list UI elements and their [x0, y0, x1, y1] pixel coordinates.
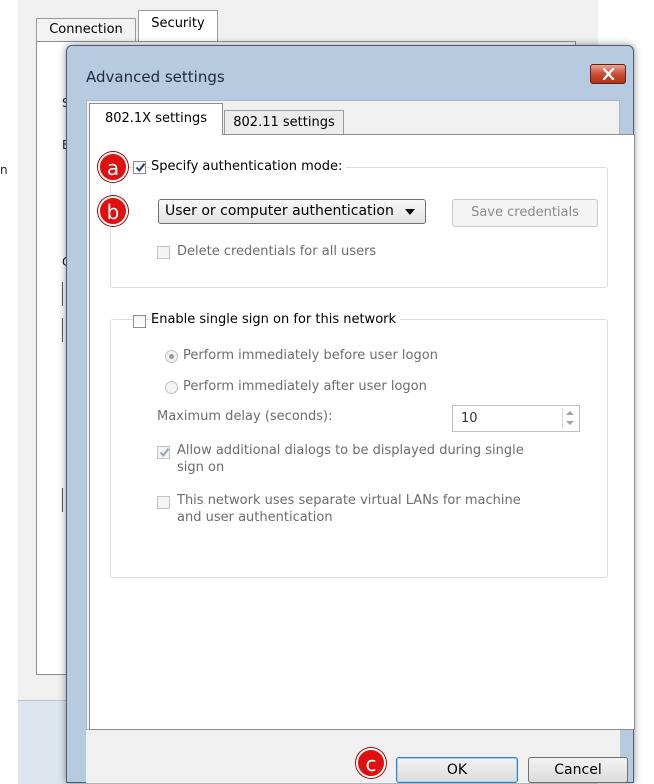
- enable-sso-label: Enable single sign on for this network: [151, 312, 401, 327]
- allow-additional-dialogs-label-cont: sign on: [177, 460, 225, 475]
- checkmark-icon: [159, 448, 170, 458]
- save-credentials-button[interactable]: Save credentials: [452, 199, 598, 227]
- perform-before-logon-label: Perform immediately before user logon: [183, 348, 438, 363]
- cancel-button[interactable]: Cancel: [528, 757, 628, 783]
- perform-before-logon-radio[interactable]: [165, 350, 178, 363]
- spin-down-icon[interactable]: [566, 421, 574, 425]
- close-x-icon: [602, 68, 615, 80]
- close-button[interactable]: [590, 64, 626, 84]
- max-delay-label: Maximum delay (seconds):: [157, 409, 333, 424]
- bg-partial-text: n: [0, 163, 8, 177]
- dropdown-arrow-icon: [405, 209, 415, 215]
- perform-after-logon-label: Perform immediately after user logon: [183, 379, 427, 394]
- tab-8021x-settings[interactable]: 802.1X settings: [89, 103, 223, 135]
- annotation-marker-b: b: [98, 196, 128, 226]
- delete-credentials-checkbox[interactable]: [157, 246, 170, 259]
- auth-mode-dropdown[interactable]: User or computer authentication: [158, 199, 426, 224]
- radio-selected-dot: [169, 354, 174, 359]
- allow-additional-dialogs-checkbox[interactable]: [157, 446, 170, 459]
- perform-after-logon-radio[interactable]: [165, 381, 178, 394]
- checkmark-icon: [135, 163, 146, 173]
- spin-up-icon[interactable]: [566, 411, 574, 415]
- background-left-strip: [0, 0, 18, 783]
- bg-partial-edge: [62, 318, 63, 342]
- separate-vlans-label-cont: and user authentication: [177, 510, 333, 525]
- ok-button[interactable]: OK: [396, 757, 518, 783]
- bg-partial-edge: [62, 282, 63, 306]
- dialog-title: Advanced settings: [86, 68, 225, 86]
- tab-80211-settings[interactable]: 802.11 settings: [224, 110, 344, 135]
- spinner-buttons[interactable]: [562, 408, 577, 429]
- specify-auth-mode-checkbox[interactable]: [133, 161, 146, 174]
- specify-auth-mode-label: Specify authentication mode:: [151, 159, 347, 174]
- annotation-marker-c: c: [356, 748, 386, 778]
- annotation-marker-a: a: [98, 152, 128, 182]
- allow-additional-dialogs-label: Allow additional dialogs to be displayed…: [177, 443, 524, 458]
- bg-tab-security[interactable]: Security: [138, 10, 218, 42]
- enable-sso-checkbox[interactable]: [133, 315, 146, 328]
- bg-partial-edge: [62, 488, 63, 512]
- bg-tab-connection[interactable]: Connection: [36, 18, 136, 42]
- delete-credentials-label: Delete credentials for all users: [177, 244, 377, 259]
- auth-mode-value: User or computer authentication: [165, 203, 394, 219]
- max-delay-value: 10: [461, 411, 478, 426]
- max-delay-spinner[interactable]: 10: [452, 405, 580, 432]
- separate-vlans-checkbox[interactable]: [157, 496, 170, 509]
- auth-mode-group: [110, 167, 608, 288]
- separate-vlans-label: This network uses separate virtual LANs …: [177, 493, 521, 508]
